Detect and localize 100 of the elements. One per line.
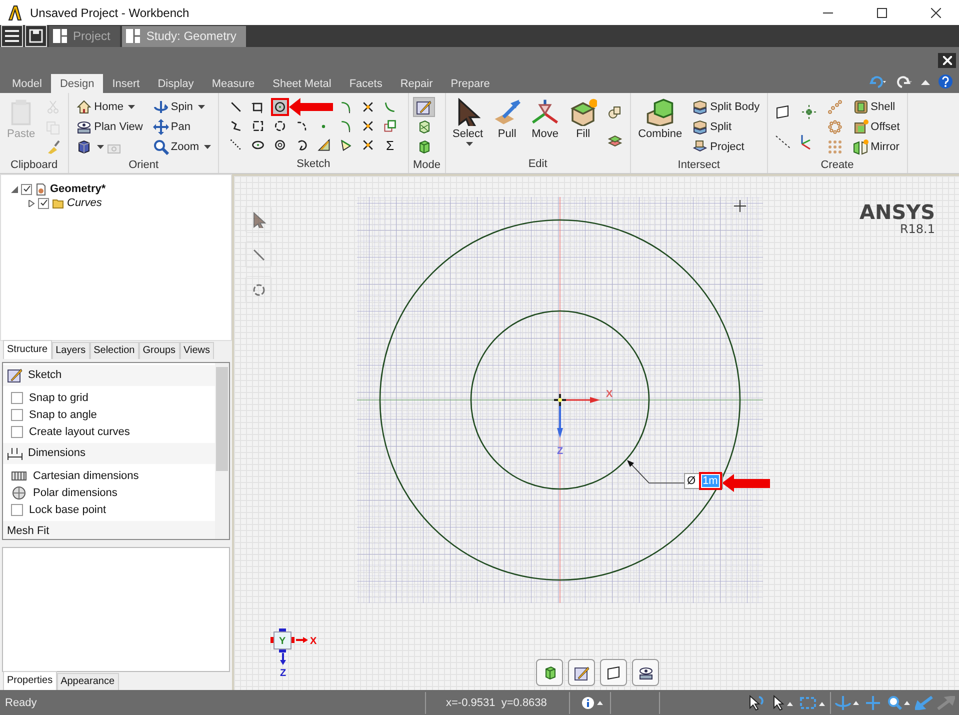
save-icon <box>29 29 43 43</box>
ribbon-button[interactable]: Combine <box>635 95 686 159</box>
rotate-arrows-icon <box>152 99 169 115</box>
ribbon-tab[interactable]: Insert <box>103 74 149 93</box>
checkmark-icon <box>40 199 48 207</box>
offset-rect-icon <box>382 118 397 134</box>
checkbox[interactable] <box>11 504 23 516</box>
split-box-icon <box>692 99 708 115</box>
ribbon-tab[interactable]: Model <box>3 74 51 93</box>
option-label[interactable]: Polar dimensions <box>33 487 118 500</box>
checkbox[interactable] <box>11 426 23 438</box>
annotation-arrow <box>722 474 770 492</box>
select-tool-button[interactable] <box>245 206 272 233</box>
ribbon-button[interactable]: Project <box>689 137 763 157</box>
expand-toggle[interactable] <box>28 200 35 206</box>
ribbon-tab[interactable]: Display <box>148 74 203 93</box>
ribbon-tab[interactable]: Sheet Metal <box>264 74 340 93</box>
redo-button[interactable] <box>895 76 913 88</box>
cursor-rotate-button[interactable] <box>748 694 764 710</box>
ribbon-button[interactable]: Move <box>528 95 562 158</box>
ribbon-tab[interactable]: Measure <box>202 74 264 93</box>
ribbon-tab[interactable]: Prepare <box>442 74 499 93</box>
group-label: Mode <box>412 159 441 173</box>
tree-item[interactable]: Curves <box>67 197 102 209</box>
sketch-tool[interactable] <box>270 98 289 116</box>
maximize-icon <box>877 8 887 18</box>
ribbon-button[interactable]: Pan <box>150 117 214 137</box>
checkbox[interactable] <box>11 392 23 404</box>
option-label[interactable]: Lock base point <box>29 504 106 516</box>
option-label[interactable]: Cartesian dimensions <box>33 470 139 482</box>
solid-mode-button[interactable] <box>536 659 563 686</box>
ribbon-button[interactable]: Mirror <box>850 137 903 157</box>
panel-tab[interactable]: Selection <box>90 342 139 359</box>
ribbon-button[interactable]: Offset <box>850 117 903 137</box>
ribbon-tab[interactable]: Design <box>50 74 104 93</box>
panel-tab[interactable]: Properties <box>3 670 57 690</box>
ribbon-button[interactable]: Split Body <box>689 97 763 117</box>
dial-icon <box>11 485 27 502</box>
info-button[interactable] <box>582 696 604 708</box>
panel-tab[interactable]: Layers <box>52 342 90 359</box>
leader-line <box>627 460 684 484</box>
dot-ring-icon <box>826 119 843 135</box>
expand-toggle[interactable] <box>11 186 18 192</box>
dashed-line-icon <box>774 134 791 150</box>
line-tool-button[interactable] <box>245 241 272 268</box>
panel-tab[interactable]: Appearance <box>56 672 119 690</box>
section-title: Dimensions <box>28 447 86 460</box>
panel-tab[interactable]: Groups <box>138 342 180 359</box>
save-button[interactable] <box>25 25 47 47</box>
help-button[interactable] <box>938 74 953 89</box>
tree-checkbox[interactable] <box>38 198 49 208</box>
sketch-tool[interactable]: Σ <box>380 136 399 154</box>
mirror-icon <box>852 139 869 155</box>
ring-icon <box>272 118 287 134</box>
triad-label: Z <box>280 668 286 679</box>
tree-item[interactable]: Geometry* <box>50 183 106 195</box>
group-label: Create <box>820 159 855 173</box>
spin-button[interactable] <box>835 694 859 710</box>
ribbon-button[interactable]: Split <box>689 117 763 137</box>
menu-button[interactable] <box>1 25 23 47</box>
option-label[interactable]: Create layout curves <box>29 426 130 438</box>
option-label[interactable]: Snap to angle <box>29 409 97 422</box>
plane-button[interactable] <box>600 659 627 686</box>
ruler-icon <box>7 445 23 462</box>
ribbon-button[interactable]: Plan View <box>73 117 146 137</box>
corner-arc-icon <box>338 99 353 115</box>
ribbon-button[interactable]: Select <box>450 95 486 158</box>
close-button[interactable] <box>938 53 956 68</box>
section-title: Sketch <box>28 369 62 382</box>
sketch-mode-button[interactable] <box>568 659 595 686</box>
ribbon-button[interactable]: Spin <box>150 97 214 117</box>
select-button[interactable] <box>772 694 794 710</box>
polyline-icon <box>228 118 243 134</box>
ribbon-button[interactable]: Pull <box>490 95 524 158</box>
ribbon-button[interactable]: Shell <box>850 97 903 117</box>
ribbon-button[interactable] <box>412 97 435 117</box>
zoom-button[interactable] <box>887 694 911 710</box>
ribbon-button[interactable]: Fill <box>566 95 600 158</box>
checkbox[interactable] <box>11 409 23 422</box>
diameter-symbol: Ø <box>687 475 696 487</box>
rotate-tool-button[interactable] <box>245 276 272 303</box>
collapse-ribbon-button[interactable] <box>921 78 930 84</box>
option-label[interactable]: Snap to grid <box>29 392 88 404</box>
pencil-grid-icon <box>7 367 23 384</box>
panel-tab[interactable]: Views <box>180 342 214 359</box>
ribbon-button[interactable]: Zoom <box>150 137 214 157</box>
window-title: Unsaved Project - Workbench <box>30 6 190 20</box>
ribbon-tab[interactable]: Repair <box>391 74 442 93</box>
pull-arrow-icon <box>493 98 522 126</box>
tree-checkbox[interactable] <box>21 184 32 194</box>
ribbon-tab[interactable]: Facets <box>340 74 392 93</box>
box-select-button[interactable] <box>800 696 826 710</box>
ribbon-button[interactable]: Home <box>73 97 146 117</box>
polygon-icon <box>338 137 353 153</box>
pencil-grid-icon <box>416 99 432 115</box>
annotation-arrow <box>288 98 333 116</box>
document-icon <box>35 182 47 196</box>
view-button[interactable] <box>632 659 659 686</box>
panel-tab[interactable]: Structure <box>3 340 52 359</box>
axis-label: X <box>606 389 613 400</box>
